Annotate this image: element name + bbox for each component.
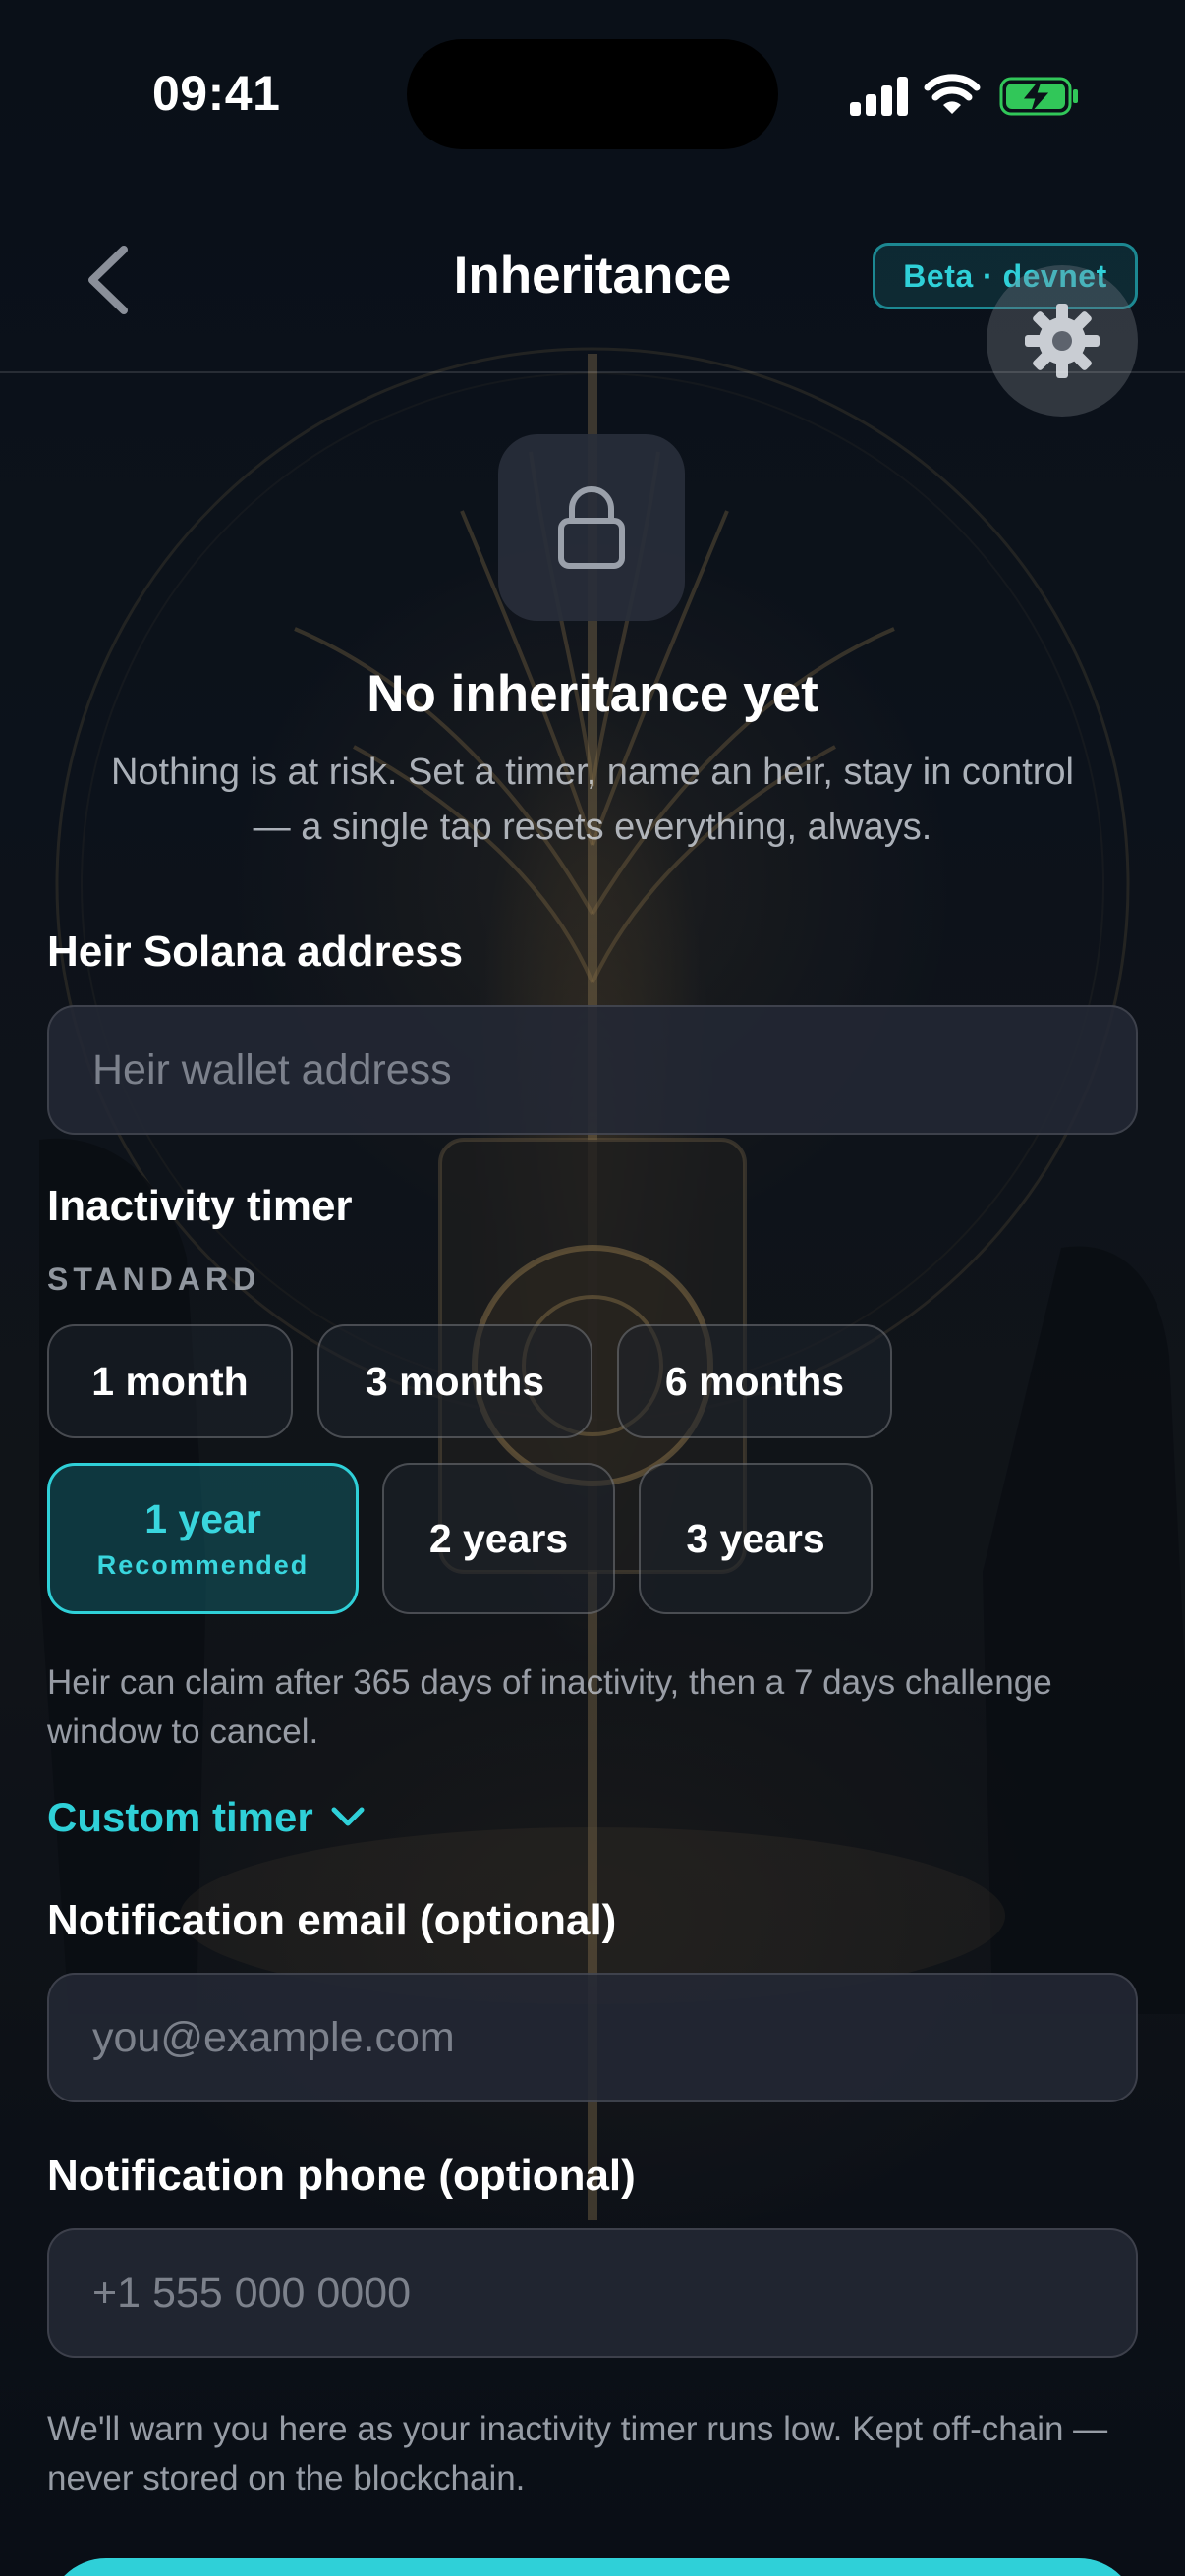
settings-button[interactable] — [987, 265, 1138, 417]
timer-option-label: 1 month — [91, 1358, 249, 1404]
phone-field[interactable] — [47, 2228, 1138, 2358]
lock-tile — [498, 434, 685, 621]
timer-option-label: 6 months — [664, 1358, 845, 1404]
chevron-down-icon — [331, 1807, 365, 1826]
email-input[interactable] — [92, 2013, 1093, 2062]
nav-divider — [0, 371, 1185, 373]
timer-option-3-years[interactable]: 3 years — [639, 1463, 873, 1614]
timer-option-1-year[interactable]: 1 year Recommended — [47, 1463, 359, 1614]
dynamic-island — [407, 39, 778, 149]
heir-address-input[interactable] — [92, 1045, 1093, 1094]
custom-timer-toggle[interactable]: Custom timer — [47, 1794, 365, 1841]
lock-icon — [558, 486, 625, 569]
timer-option-1-month[interactable]: 1 month — [47, 1324, 293, 1438]
recommended-label: Recommended — [96, 1550, 310, 1580]
primary-action-button[interactable] — [47, 2558, 1138, 2576]
empty-state-title: No inheritance yet — [367, 665, 818, 723]
timer-option-label: 1 year — [144, 1496, 261, 1541]
timer-option-6-months[interactable]: 6 months — [617, 1324, 892, 1438]
heir-address-field[interactable] — [47, 1005, 1138, 1135]
email-field[interactable] — [47, 1973, 1138, 2102]
inactivity-timer-label: Inactivity timer — [47, 1182, 353, 1230]
heir-address-label: Heir Solana address — [47, 927, 464, 976]
timer-option-3-months[interactable]: 3 months — [317, 1324, 592, 1438]
phone-input[interactable] — [92, 2268, 1093, 2318]
battery-charging-icon — [999, 77, 1078, 116]
cellular-signal-icon — [850, 77, 908, 116]
gear-icon — [1025, 304, 1100, 378]
timer-option-label: 2 years — [428, 1515, 569, 1561]
phone-label: Notification phone (optional) — [47, 2152, 636, 2200]
timer-option-label: 3 years — [686, 1515, 825, 1561]
timer-option-label: 3 months — [365, 1358, 545, 1404]
status-time: 09:41 — [152, 66, 281, 121]
wifi-icon — [924, 74, 981, 114]
timer-group-label: STANDARD — [47, 1261, 261, 1297]
timer-option-2-years[interactable]: 2 years — [382, 1463, 615, 1614]
custom-timer-label: Custom timer — [47, 1794, 313, 1840]
empty-state-subtitle: Nothing is at risk. Set a timer, name an… — [110, 752, 1074, 848]
email-label: Notification email (optional) — [47, 1896, 617, 1944]
notification-notice: We'll warn you here as your inactivity t… — [47, 2410, 1108, 2497]
timer-helper-text: Heir can claim after 365 days of inactiv… — [47, 1663, 1052, 1751]
